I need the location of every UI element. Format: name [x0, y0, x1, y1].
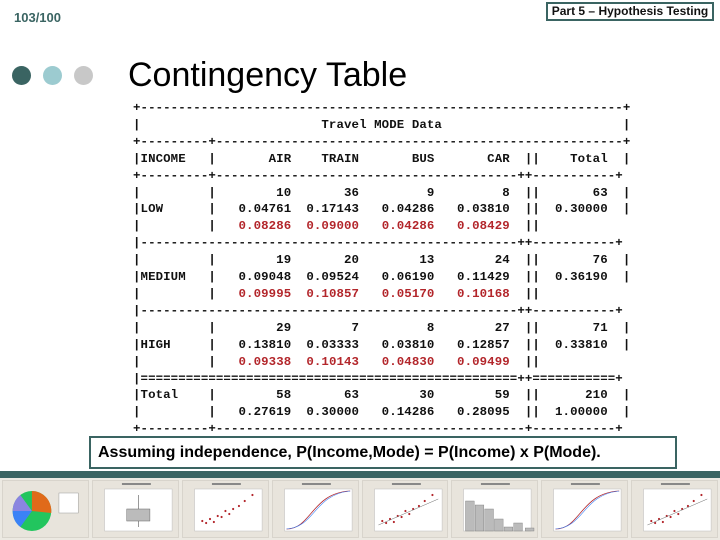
count-line: | | 10 36 9 8 || 63 |: [133, 185, 631, 200]
expected-line-suffix: ||: [509, 286, 540, 301]
expected-values: 0.08286 0.09000 0.04286 0.08429: [215, 219, 510, 234]
probability-plot-graphic: [283, 483, 352, 532]
totals-count-line: |Total | 58 63 30 59 || 210 |: [133, 388, 631, 403]
header-line: |INCOME | AIR TRAIN BUS CAR || Total |: [133, 151, 631, 166]
histogram-thumbnail: [451, 480, 539, 538]
expected-line-suffix: ||: [509, 219, 540, 234]
empirical-cdf-graphic: [553, 483, 622, 532]
page-title: Contingency Table: [128, 56, 408, 94]
bullet-dot-dark: [12, 66, 31, 85]
border-line: |---------------------------------------…: [133, 236, 623, 251]
expected-line-prefix: | |: [133, 354, 216, 369]
footer-bar: [0, 471, 720, 478]
expected-line-prefix: | |: [133, 219, 216, 234]
count-line: | | 19 20 13 24 || 76 |: [133, 253, 631, 268]
pie-chart-graphic: [12, 490, 79, 531]
totals-prop-line: | | 0.27619 0.30000 0.14286 0.28095 || 1…: [133, 405, 631, 420]
marginal-plot-graphic: [643, 483, 712, 532]
border-line: +---------+-----------------------------…: [133, 134, 631, 149]
probability-plot-thumbnail: [271, 480, 359, 538]
boxplot-graphic: [104, 483, 173, 532]
count-line: | | 29 7 8 27 || 71 |: [133, 320, 631, 335]
slide-number: 103/100: [14, 10, 61, 25]
border-line: |=======================================…: [133, 371, 623, 386]
expected-line-prefix: | |: [133, 286, 216, 301]
border-line: +---------------------------------------…: [133, 101, 631, 115]
scatterplot-thumbnail: [181, 480, 269, 538]
border-line: +---------+-----------------------------…: [133, 422, 623, 437]
expected-values: 0.09338 0.10143 0.04830 0.09499: [215, 354, 510, 369]
section-label: Part 5 – Hypothesis Testing: [546, 2, 714, 21]
independence-note: Assuming independence, P(Income,Mode) = …: [89, 436, 677, 469]
thumbnail-strip: [0, 478, 720, 540]
scatterplot-with-fit-graphic: [373, 483, 442, 532]
boxplot-thumbnail: [91, 480, 179, 538]
histogram-graphic: [463, 483, 535, 532]
border-line: +---------+-----------------------------…: [133, 168, 623, 183]
bullet-dot-gray: [74, 66, 93, 85]
joint-line: |LOW | 0.04761 0.17143 0.04286 0.03810 |…: [133, 202, 631, 217]
scatterplot-graphic: [194, 483, 263, 532]
scatterplot-with-fit-thumbnail: [361, 480, 449, 538]
pie-chart-thumbnail: [2, 480, 89, 538]
title-bullets: [12, 66, 93, 85]
bullet-dot-light: [43, 66, 62, 85]
marginal-plot-thumbnail: [631, 480, 718, 538]
joint-line: |HIGH | 0.13810 0.03333 0.03810 0.12857 …: [133, 337, 631, 352]
expected-values: 0.09995 0.10857 0.05170 0.10168: [215, 286, 510, 301]
empirical-cdf-thumbnail: [541, 480, 629, 538]
expected-line-suffix: ||: [509, 354, 540, 369]
border-line: |---------------------------------------…: [133, 303, 623, 318]
joint-line: |MEDIUM | 0.09048 0.09524 0.06190 0.1142…: [133, 270, 631, 285]
contingency-table: +---------------------------------------…: [133, 100, 630, 438]
caption-line: | Travel MODE Data |: [133, 117, 631, 132]
